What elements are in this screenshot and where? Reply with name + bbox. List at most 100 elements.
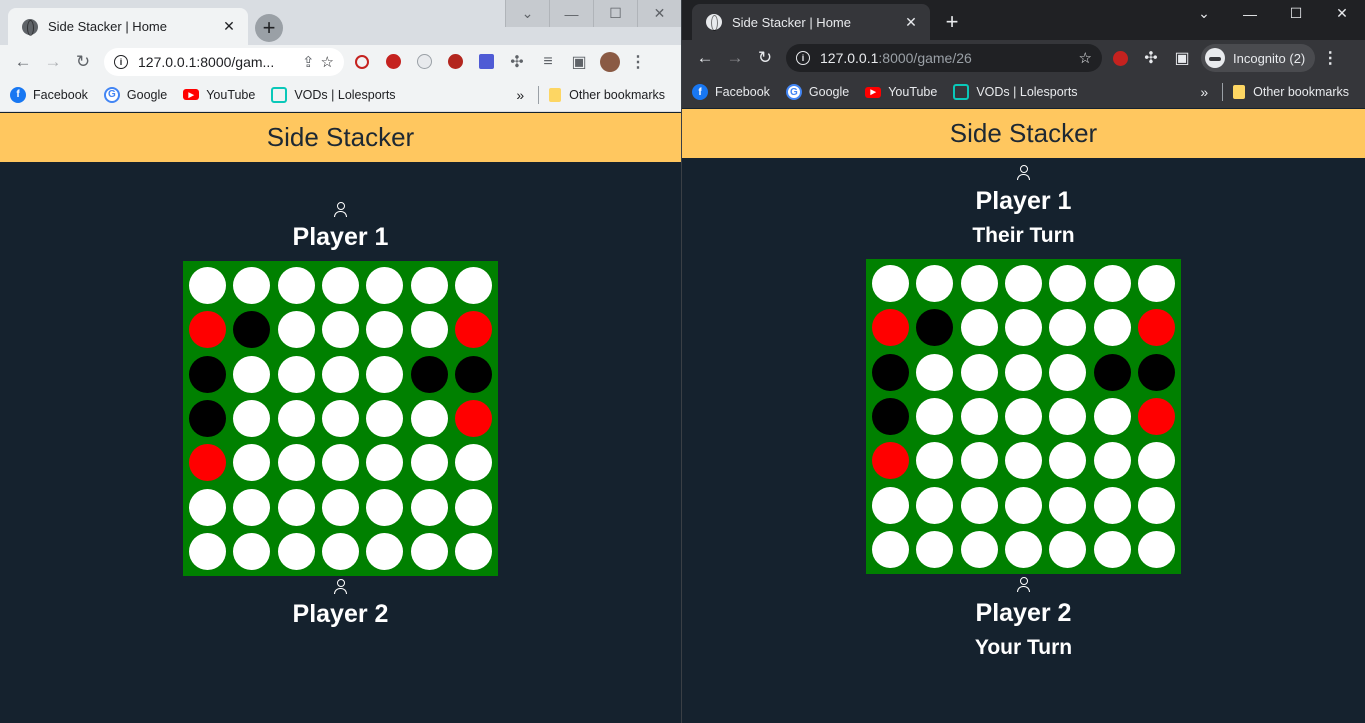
board-cell[interactable] bbox=[868, 261, 912, 305]
bookmark-lolesports[interactable]: VODs | Lolesports bbox=[271, 86, 396, 103]
bookmark-star-icon[interactable]: ☆ bbox=[321, 53, 334, 71]
board-cell[interactable] bbox=[912, 261, 956, 305]
board-cell[interactable] bbox=[1001, 528, 1045, 572]
board-cell[interactable] bbox=[957, 439, 1001, 483]
back-button[interactable]: ← bbox=[690, 43, 720, 73]
reload-button[interactable]: ↻ bbox=[750, 43, 780, 73]
board-cell[interactable] bbox=[407, 307, 451, 351]
bookmark-google[interactable]: G Google bbox=[103, 86, 167, 103]
board-cell[interactable] bbox=[185, 441, 229, 485]
tab-search-icon[interactable]: ⌄ bbox=[505, 0, 549, 27]
board-cell[interactable] bbox=[1046, 483, 1090, 527]
forward-button[interactable]: → bbox=[38, 47, 68, 77]
board-cell[interactable] bbox=[1046, 394, 1090, 438]
board-cell[interactable] bbox=[957, 350, 1001, 394]
board-cell[interactable] bbox=[868, 305, 912, 349]
extension-hand-icon[interactable] bbox=[380, 49, 406, 75]
board-cell[interactable] bbox=[1090, 305, 1134, 349]
board-cell[interactable] bbox=[363, 352, 407, 396]
more-bookmarks-icon[interactable]: » bbox=[1200, 84, 1208, 100]
board-cell[interactable] bbox=[407, 396, 451, 440]
board-cell[interactable] bbox=[185, 307, 229, 351]
side-panel-icon[interactable]: ▣ bbox=[1169, 45, 1195, 71]
forward-button[interactable]: → bbox=[720, 43, 750, 73]
tab-side-stacker[interactable]: Side Stacker | Home ✕ bbox=[692, 4, 930, 40]
address-bar[interactable]: i 127.0.0.1:8000/game/26 ☆ bbox=[786, 44, 1102, 72]
board-cell[interactable] bbox=[407, 530, 451, 574]
close-tab-icon[interactable]: ✕ bbox=[902, 14, 920, 31]
board-cell[interactable] bbox=[452, 441, 496, 485]
share-icon[interactable]: ⇪ bbox=[302, 53, 315, 71]
board-cell[interactable] bbox=[318, 307, 362, 351]
menu-icon[interactable]: ⋮ bbox=[629, 52, 647, 72]
board-cell[interactable] bbox=[912, 483, 956, 527]
other-bookmarks[interactable]: Other bookmarks bbox=[549, 87, 665, 102]
board-cell[interactable] bbox=[274, 352, 318, 396]
board-cell[interactable] bbox=[1046, 261, 1090, 305]
extension-avatar-icon[interactable] bbox=[442, 49, 468, 75]
board-cell[interactable] bbox=[1135, 483, 1179, 527]
board-cell[interactable] bbox=[452, 485, 496, 529]
board-cell[interactable] bbox=[1046, 350, 1090, 394]
reading-list-icon[interactable]: ≡ bbox=[535, 49, 561, 75]
board-cell[interactable] bbox=[229, 530, 273, 574]
url-text[interactable]: 127.0.0.1:8000/game/26 bbox=[820, 50, 1073, 66]
board-cell[interactable] bbox=[912, 528, 956, 572]
board-cell[interactable] bbox=[1090, 261, 1134, 305]
board-cell[interactable] bbox=[452, 307, 496, 351]
board-cell[interactable] bbox=[957, 394, 1001, 438]
extensions-puzzle-icon[interactable]: ✣ bbox=[504, 49, 530, 75]
bookmark-youtube[interactable]: ▶ YouTube bbox=[183, 88, 255, 102]
board-cell[interactable] bbox=[1001, 261, 1045, 305]
maximize-button[interactable]: ☐ bbox=[1273, 0, 1319, 27]
board-cell[interactable] bbox=[229, 485, 273, 529]
board-cell[interactable] bbox=[957, 305, 1001, 349]
board-cell[interactable] bbox=[407, 352, 451, 396]
tab-side-stacker[interactable]: Side Stacker | Home ✕ bbox=[8, 8, 248, 45]
maximize-button[interactable]: ☐ bbox=[593, 0, 637, 27]
board-cell[interactable] bbox=[1001, 394, 1045, 438]
other-bookmarks[interactable]: Other bookmarks bbox=[1233, 85, 1349, 99]
bookmark-google[interactable]: G Google bbox=[785, 84, 849, 100]
board-cell[interactable] bbox=[868, 439, 912, 483]
board-cell[interactable] bbox=[318, 441, 362, 485]
board-cell[interactable] bbox=[1046, 305, 1090, 349]
extension-bulb-icon[interactable] bbox=[411, 49, 437, 75]
board-cell[interactable] bbox=[1135, 261, 1179, 305]
board-cell[interactable] bbox=[1001, 483, 1045, 527]
board-cell[interactable] bbox=[274, 530, 318, 574]
board-cell[interactable] bbox=[1090, 350, 1134, 394]
extension-hand-icon[interactable] bbox=[1107, 45, 1133, 71]
close-tab-icon[interactable]: ✕ bbox=[220, 18, 238, 35]
extension-block-icon[interactable] bbox=[349, 49, 375, 75]
board-cell[interactable] bbox=[363, 441, 407, 485]
board-cell[interactable] bbox=[868, 394, 912, 438]
board-cell[interactable] bbox=[1001, 439, 1045, 483]
bookmark-facebook[interactable]: f Facebook bbox=[10, 86, 88, 103]
board-cell[interactable] bbox=[274, 263, 318, 307]
board-cell[interactable] bbox=[912, 305, 956, 349]
board-cell[interactable] bbox=[868, 350, 912, 394]
board-cell[interactable] bbox=[868, 483, 912, 527]
side-panel-icon[interactable]: ▣ bbox=[566, 49, 592, 75]
board-cell[interactable] bbox=[452, 352, 496, 396]
profile-avatar-icon[interactable] bbox=[597, 49, 623, 75]
site-info-icon[interactable]: i bbox=[114, 54, 128, 69]
board-cell[interactable] bbox=[229, 352, 273, 396]
board-cell[interactable] bbox=[1090, 394, 1134, 438]
new-tab-button[interactable]: + bbox=[938, 8, 966, 36]
board-cell[interactable] bbox=[957, 528, 1001, 572]
board-cell[interactable] bbox=[1135, 350, 1179, 394]
bookmark-facebook[interactable]: f Facebook bbox=[692, 84, 770, 100]
board-cell[interactable] bbox=[318, 530, 362, 574]
board-cell[interactable] bbox=[1135, 394, 1179, 438]
board-cell[interactable] bbox=[1090, 483, 1134, 527]
incognito-badge[interactable]: Incognito (2) bbox=[1201, 44, 1316, 72]
board-cell[interactable] bbox=[1001, 350, 1045, 394]
close-window-button[interactable]: ✕ bbox=[637, 0, 681, 27]
board-cell[interactable] bbox=[318, 396, 362, 440]
board-cell[interactable] bbox=[452, 530, 496, 574]
site-info-icon[interactable]: i bbox=[796, 51, 810, 65]
board-cell[interactable] bbox=[274, 396, 318, 440]
bookmark-star-icon[interactable]: ☆ bbox=[1079, 49, 1092, 67]
